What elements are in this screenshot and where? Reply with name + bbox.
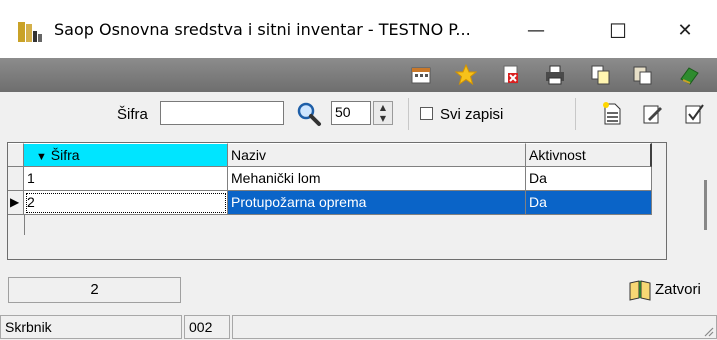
sort-desc-icon: ▼ [36,151,47,163]
close-button-label: Zatvori [655,281,701,298]
all-records-label: Svi zapisi [440,106,504,123]
current-row-icon[interactable]: ▶ [8,191,24,215]
delete-doc-icon[interactable] [500,64,522,86]
sifra-label: Šifra [117,106,148,123]
toolbar-divider [575,98,576,130]
edit-check-icon[interactable] [682,101,706,127]
table-cell-sifra[interactable]: 1 [24,167,228,191]
print-icon[interactable] [544,64,566,86]
maximize-button[interactable]: ☐ [588,14,648,48]
table-cell-aktivnost[interactable]: Da [526,167,652,191]
data-grid[interactable]: ▼ Šifra Naziv Aktivnost 1 Mehanički lom … [7,142,667,260]
exit-book-icon[interactable] [678,64,700,86]
status-code: 002 [184,315,230,339]
copy-icon[interactable] [590,64,612,86]
record-limit-input[interactable]: 50 [331,101,371,125]
status-user: Skrbnik [0,315,182,339]
close-window-button[interactable]: ✕ [655,14,715,48]
record-count: 2 [8,277,181,303]
row-indicator[interactable] [8,167,24,191]
edit-record-icon[interactable] [640,101,664,127]
close-book-icon [629,280,651,301]
status-message [232,315,717,339]
resize-grip-icon[interactable] [702,325,714,337]
table-cell-naziv[interactable]: Mehanički lom [228,167,526,191]
column-header-naziv[interactable]: Naziv [228,143,526,167]
paste-icon[interactable] [632,64,654,86]
table-cell-sifra[interactable]: 2 [24,191,228,215]
toolbar-divider [408,98,409,130]
close-button[interactable]: Zatvori [628,276,717,304]
spin-down-icon[interactable]: ▼ [374,113,392,124]
column-header-aktivnost[interactable]: Aktivnost [526,143,652,167]
table-cell-aktivnost[interactable]: Da [526,191,652,215]
calendar-icon[interactable] [410,64,432,86]
grid-corner [8,143,24,167]
new-record-icon[interactable] [600,101,624,127]
form-caption: Vrste osnovnih sredstava i sitnog invent… [8,6,369,25]
row-indicator-empty [8,215,25,235]
record-limit-spinner[interactable]: ▲ ▼ [373,101,393,125]
column-header-sifra[interactable]: ▼ Šifra [24,143,228,167]
vertical-scrollbar[interactable] [704,180,707,230]
column-header-sifra-label: Šifra [50,147,80,163]
star-icon[interactable] [455,64,477,86]
all-records-checkbox[interactable] [420,107,433,120]
search-icon[interactable] [295,101,323,127]
minimize-button[interactable]: — [506,14,566,48]
spin-up-icon[interactable]: ▲ [374,102,392,113]
sifra-search-input[interactable] [160,101,284,125]
table-cell-naziv[interactable]: Protupožarna oprema [228,191,526,215]
